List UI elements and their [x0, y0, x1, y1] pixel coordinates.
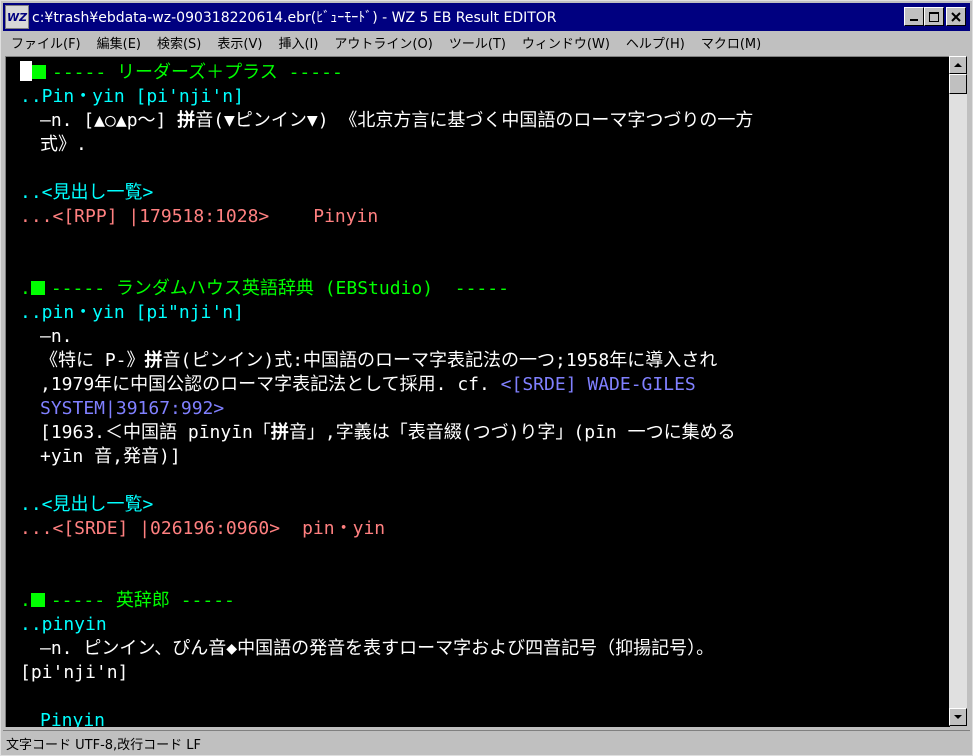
maximize-icon — [929, 11, 939, 22]
heading-eijiro: . ----- 英辞郎 ----- — [20, 590, 235, 611]
window-title: c:¥trash¥ebdata-wz-090318220614.ebr(ﾋﾞｭｰ… — [32, 10, 557, 26]
index-link-word[interactable]: pin・yin — [302, 518, 385, 539]
etymology: [1963.＜中国語 pīnyīn「拼音」,字義は「表音綴(つづ)り字」(pīn… — [40, 421, 736, 445]
minimize-icon — [910, 18, 918, 21]
status-bar: 文字コード UTF-8,改行コード LF — [3, 730, 970, 755]
minimize-button[interactable] — [904, 7, 924, 26]
heading-square-icon — [30, 281, 45, 295]
index-link-word[interactable]: Pinyin — [313, 206, 378, 227]
index-link[interactable]: ...<[SRDE] |026196:0960> — [20, 518, 280, 539]
entry-definition: ―n. ピンイン、ぴん音◆中国語の発音を表すローマ字および四音記号（抑揚記号）。 — [40, 638, 715, 659]
definition-kanji: 拼 — [177, 110, 196, 131]
definition-part: ―n. [▲○▲p～] — [40, 110, 178, 131]
heading-text: ----- ランダムハウス英語辞典 (EBStudio) ----- — [50, 278, 509, 299]
menu-help[interactable]: ヘルプ(H) — [618, 33, 693, 52]
entry-headword: ..Pin・yin [pi'nji'n] — [20, 86, 244, 107]
entry-definition-cont: 式》. — [40, 134, 87, 155]
menu-outline[interactable]: アウトライン(O) — [326, 33, 440, 52]
arrow-up-icon — [954, 63, 962, 67]
heading-text: ----- 英辞郎 ----- — [50, 590, 235, 611]
definition-part: 《特に P-》 — [40, 350, 145, 371]
menu-window[interactable]: ウィンドウ(W) — [514, 33, 618, 52]
etymology-part: [1963.＜中国語 pīnyīn「 — [40, 422, 271, 443]
app-window: WZ c:¥trash¥ebdata-wz-090318220614.ebr(ﾋ… — [0, 0, 973, 756]
entry-definition: ―n. [▲○▲p～] 拼音(▼ピンイン▼) 《北京方言に基づく中国語のローマ字… — [40, 109, 753, 133]
arrow-down-icon — [954, 715, 962, 719]
index-link[interactable]: ...<[RPP] |179518:1028> — [20, 206, 269, 227]
menu-insert[interactable]: 挿入(I) — [270, 33, 326, 52]
definition-part: 音(ピンイン)式:中国語のローマ字表記法の一つ;1958年に導入され — [162, 350, 718, 371]
entry-definition: 《特に P-》拼音(ピンイン)式:中国語のローマ字表記法の一つ;1958年に導入… — [40, 349, 717, 373]
menu-file[interactable]: ファイル(F) — [3, 33, 89, 52]
entry-definition-cont: ,1979年に中国公認のローマ字表記法として採用. cf. <[SRDE] WA… — [40, 373, 696, 397]
scroll-thumb[interactable] — [949, 74, 967, 94]
title-bar: WZ c:¥trash¥ebdata-wz-090318220614.ebr(ﾋ… — [3, 3, 970, 31]
entry-headword: ..pin・yin [pi"nji'n] — [20, 302, 244, 323]
vertical-scrollbar[interactable] — [949, 56, 967, 726]
heading-square-icon — [32, 65, 46, 79]
menu-bar: ファイル(F) 編集(E) 検索(S) 表示(V) 挿入(I) アウトライン(O… — [3, 31, 970, 53]
cross-ref-link[interactable]: <[SRDE] WADE-GILES — [501, 374, 696, 395]
wz-app-icon[interactable]: WZ — [5, 5, 29, 29]
cross-ref-link-cont[interactable]: SYSTEM|39167:992> — [40, 397, 224, 421]
index-link-row: ...<[RPP] |179518:1028> Pinyin — [20, 205, 378, 229]
entry-pos: ―n. — [40, 326, 73, 347]
etymology-part: 音」,字義は「表音綴(つづ)り字」(pīn 一つに集める — [288, 422, 736, 443]
menu-view[interactable]: 表示(V) — [209, 33, 270, 52]
etymology-kanji: 拼 — [270, 422, 289, 443]
etymology-cont: +yīn 音,発音)] — [40, 446, 181, 467]
maximize-button[interactable] — [924, 7, 944, 26]
entry-headword: ..pinyin — [20, 614, 107, 635]
menu-search[interactable]: 検索(S) — [149, 33, 209, 52]
menu-edit[interactable]: 編集(E) — [89, 33, 149, 52]
status-text: 文字コード UTF-8,改行コード LF — [6, 737, 202, 753]
menu-macro[interactable]: マクロ(M) — [693, 33, 769, 52]
heading-readers: ----- リーダーズ＋プラス ----- — [20, 61, 343, 85]
index-heading: ..<見出し一覧> — [20, 494, 154, 515]
definition-part: ,1979年に中国公認のローマ字表記法として採用. cf. — [40, 374, 501, 395]
heading-text: ----- リーダーズ＋プラス ----- — [52, 62, 343, 83]
heading-randomhouse: . ----- ランダムハウス英語辞典 (EBStudio) ----- — [20, 278, 509, 299]
scroll-up-button[interactable] — [949, 56, 967, 74]
menu-tools[interactable]: ツール(T) — [441, 33, 514, 52]
definition-kanji: 拼 — [144, 350, 163, 371]
close-icon — [951, 11, 961, 22]
index-heading: ..<見出し一覧> — [20, 182, 154, 203]
close-button[interactable] — [946, 7, 966, 26]
heading-square-icon — [30, 593, 45, 607]
index-link-row: ...<[SRDE] |026196:0960> pin・yin — [20, 517, 385, 541]
entry-headword-partial: Pinyin — [40, 710, 106, 727]
text-cursor — [20, 61, 32, 81]
text-editor[interactable]: ----- リーダーズ＋プラス ----- ..Pin・yin [pi'nji'… — [5, 56, 950, 727]
entry-pronunciation: [pi'nji'n] — [20, 662, 129, 683]
definition-part: 音(▼ピンイン▼) 《北京方言に基づく中国語のローマ字つづりの一方 — [195, 110, 754, 131]
scroll-down-button[interactable] — [949, 708, 967, 726]
app-icon-label: WZ — [6, 10, 28, 24]
